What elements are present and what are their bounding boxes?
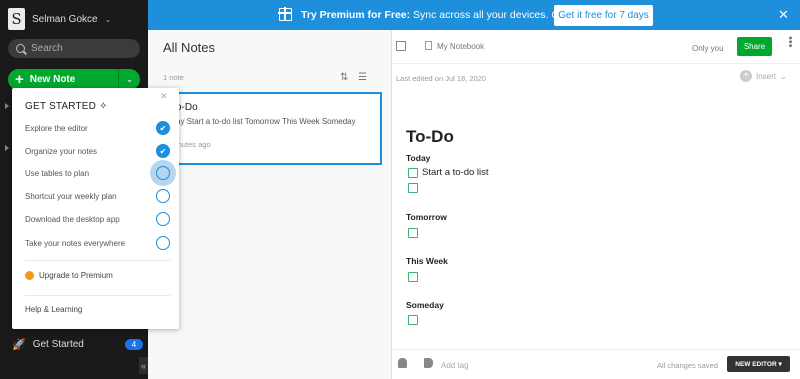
task-download-desktop[interactable]: Download the desktop app xyxy=(25,211,170,227)
note-list-title: All Notes xyxy=(163,40,216,55)
banner-title: Try Premium for Free: xyxy=(301,9,411,21)
document-title[interactable]: To-Do xyxy=(406,127,454,147)
free-trial-button[interactable]: Get it free for 7 days xyxy=(554,5,653,26)
note-card[interactable]: o-Do ay Start a to-do list Tomorrow This… xyxy=(168,92,382,165)
filter-icon[interactable]: ☰ xyxy=(358,72,367,83)
note-card-time: inutes ago xyxy=(176,140,211,149)
task-label: Organize your notes xyxy=(25,146,98,156)
reminder-icon[interactable] xyxy=(398,358,407,368)
editor-footer: Add tag All changes saved NEW EDITOR ▾ xyxy=(392,349,800,379)
plus-icon: + xyxy=(740,70,752,82)
task-label: Take your notes everywhere xyxy=(25,238,126,248)
premium-icon xyxy=(25,271,34,280)
new-editor-button[interactable]: NEW EDITOR ▾ xyxy=(727,356,790,372)
note-editor: My Notebook Only you Share ••• Last edit… xyxy=(392,30,800,379)
note-list-panel: All Notes 1 note ⇅ ☰ o-Do ay Start a to-… xyxy=(148,30,392,379)
new-note-label: New Note xyxy=(29,74,76,85)
add-tag-input[interactable]: Add tag xyxy=(441,361,469,370)
todo-checkbox[interactable] xyxy=(408,272,418,282)
check-icon: ✔ xyxy=(156,144,170,158)
task-label: Use tables to plan xyxy=(25,168,90,178)
todo-checkbox[interactable] xyxy=(408,315,418,325)
task-label: Shortcut your weekly plan xyxy=(25,191,117,201)
popup-heading-text: GET STARTED xyxy=(25,101,97,112)
section-heading: Tomorrow xyxy=(406,212,447,222)
gift-icon xyxy=(278,7,292,21)
section-heading: Someday xyxy=(406,300,444,310)
task-notes-everywhere[interactable]: Take your notes everywhere xyxy=(25,235,170,251)
plus-icon: + xyxy=(15,71,24,88)
task-explore-editor[interactable]: Explore the editor ✔ xyxy=(25,120,170,136)
note-card-title: o-Do xyxy=(176,102,198,113)
notebook-icon xyxy=(425,41,432,50)
editor-body[interactable]: To-Do Today Start a to-do list Tomorrow … xyxy=(392,91,800,349)
wand-icon: ✧ xyxy=(99,101,108,112)
sharing-status: Only you xyxy=(692,44,724,53)
chevron-down-icon: ⌄ xyxy=(780,71,787,81)
tag-icon[interactable] xyxy=(424,358,433,368)
check-icon: ✔ xyxy=(156,121,170,135)
save-status: All changes saved xyxy=(657,361,718,370)
circle-icon xyxy=(156,212,170,226)
get-started-item[interactable]: 🚀 Get Started xyxy=(12,338,84,351)
sort-icon[interactable]: ⇅ xyxy=(340,72,348,83)
chevron-down-icon: ⌄ xyxy=(104,14,112,24)
upgrade-label: Upgrade to Premium xyxy=(39,271,113,280)
section-heading: This Week xyxy=(406,256,448,266)
help-learning-link[interactable]: Help & Learning xyxy=(25,305,82,314)
search-icon xyxy=(16,44,25,53)
account-name: Selman Gokce xyxy=(32,13,98,25)
section-heading: Today xyxy=(406,153,431,163)
task-organize-notes[interactable]: Organize your notes ✔ xyxy=(25,143,170,159)
premium-banner: Try Premium for Free: Sync across all yo… xyxy=(148,0,800,30)
expand-arrow-icon[interactable] xyxy=(5,145,9,151)
more-options-icon[interactable]: ••• xyxy=(784,36,796,48)
editor-toolbar: My Notebook Only you Share ••• xyxy=(392,30,800,64)
note-count: 1 note xyxy=(163,73,184,82)
popup-heading: GET STARTED ✧ xyxy=(25,101,108,112)
task-shortcut-weekly-plan[interactable]: Shortcut your weekly plan xyxy=(25,188,170,204)
task-use-tables[interactable]: Use tables to plan xyxy=(25,160,176,186)
new-editor-label: NEW EDITOR xyxy=(735,360,777,368)
notebook-name[interactable]: My Notebook xyxy=(437,42,484,51)
close-icon[interactable]: ✕ xyxy=(778,7,789,23)
insert-label: Insert xyxy=(756,71,777,81)
expand-arrow-icon[interactable] xyxy=(5,103,9,109)
get-started-label: Get Started xyxy=(32,339,84,350)
get-started-popup: ✕ GET STARTED ✧ Explore the editor ✔ Org… xyxy=(12,88,179,329)
upgrade-to-premium-link[interactable]: Upgrade to Premium xyxy=(25,271,113,280)
close-icon[interactable]: ✕ xyxy=(160,91,168,102)
divider xyxy=(25,295,170,296)
todo-checkbox[interactable] xyxy=(408,168,418,178)
todo-checkbox[interactable] xyxy=(408,183,418,193)
search-input[interactable]: Search xyxy=(8,39,140,58)
share-button[interactable]: Share xyxy=(737,37,772,56)
avatar: S xyxy=(8,8,25,30)
todo-checkbox[interactable] xyxy=(408,228,418,238)
task-label: Explore the editor xyxy=(25,123,88,133)
divider xyxy=(25,260,170,261)
get-started-count-badge: 4 xyxy=(125,339,143,350)
todo-item[interactable]: Start a to-do list xyxy=(422,167,489,178)
note-card-snippet: ay Start a to-do list Tomorrow This Week… xyxy=(176,117,356,126)
circle-icon xyxy=(156,189,170,203)
circle-icon xyxy=(150,160,176,186)
collapse-sidebar-button[interactable]: « xyxy=(139,357,148,374)
task-label: Download the desktop app xyxy=(25,214,120,224)
insert-button[interactable]: + Insert ⌄ xyxy=(740,70,787,82)
search-placeholder: Search xyxy=(31,43,63,54)
circle-icon xyxy=(156,236,170,250)
expand-icon[interactable] xyxy=(396,41,406,51)
account-menu[interactable]: S Selman Gokce ⌄ xyxy=(8,8,111,30)
last-edited: Last edited on Jul 18, 2020 xyxy=(396,74,487,83)
chevron-down-icon[interactable]: ⌄ xyxy=(118,69,140,90)
new-note-button[interactable]: + New Note ⌄ xyxy=(8,69,140,90)
rocket-icon: 🚀 xyxy=(12,339,26,351)
